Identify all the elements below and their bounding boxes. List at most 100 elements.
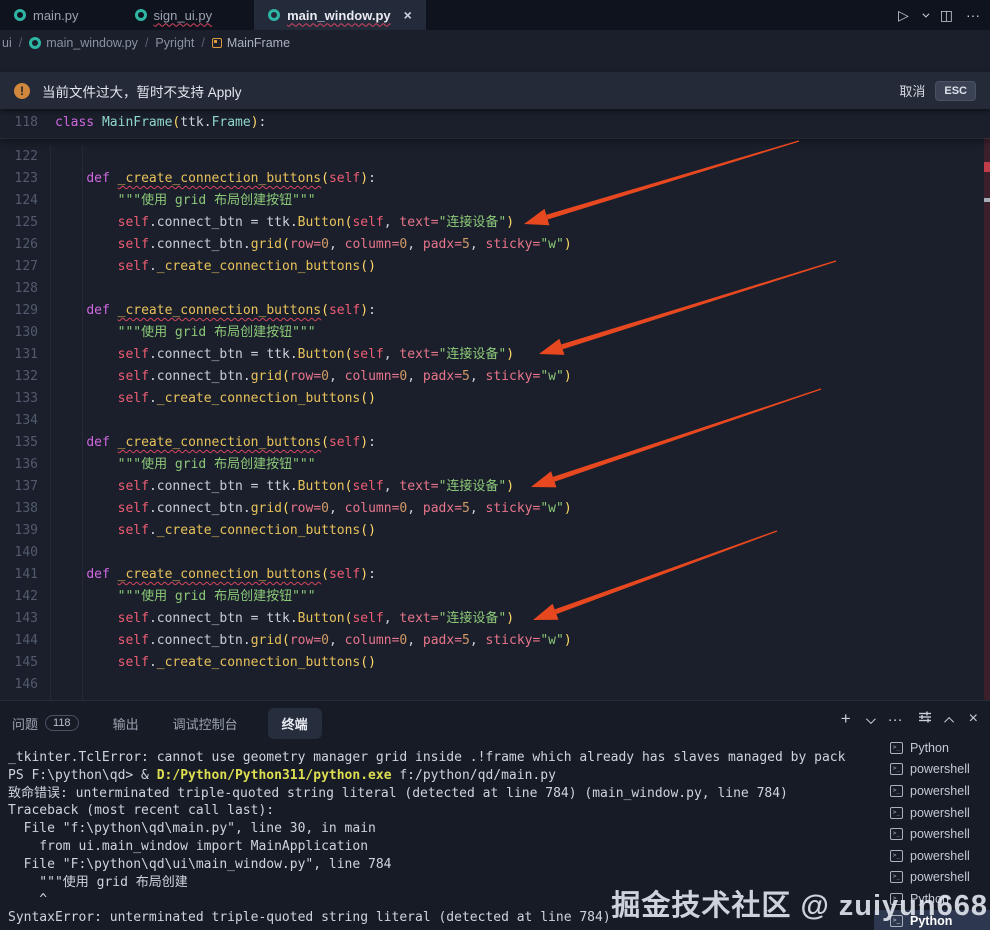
code-token: sticky: [486, 237, 533, 252]
tab-main-window-py[interactable]: main_window.py ×: [254, 0, 426, 30]
code-token: self: [118, 391, 149, 406]
line-number[interactable]: 138: [0, 498, 38, 520]
code-editor[interactable]: 122123 def _create_connection_buttons(se…: [0, 108, 990, 700]
line-number[interactable]: 146: [0, 674, 38, 696]
code-token: 0: [321, 237, 329, 252]
chevron-down-icon[interactable]: [866, 714, 876, 724]
code-line-text[interactable]: self._create_connection_buttons(): [38, 652, 376, 674]
tab-debug-console[interactable]: 调试控制台: [169, 708, 242, 739]
breadcrumb-item-ui[interactable]: ui: [2, 36, 12, 50]
code-token: self: [118, 369, 149, 384]
tab-output[interactable]: 输出: [109, 708, 143, 739]
line-number[interactable]: 118: [0, 108, 38, 138]
line-number[interactable]: 125: [0, 212, 38, 234]
code-line-text[interactable]: def _create_connection_buttons(self):: [38, 432, 376, 454]
line-number[interactable]: 132: [0, 366, 38, 388]
line-number[interactable]: 140: [0, 542, 38, 564]
code-line-text[interactable]: class MainFrame(ttk.Frame):: [38, 108, 266, 138]
code-token: [55, 193, 118, 208]
maximize-panel-icon[interactable]: [944, 716, 954, 726]
line-number[interactable]: 122: [0, 146, 38, 168]
line-number[interactable]: 143: [0, 608, 38, 630]
code-line-text[interactable]: self.connect_btn.grid(row=0, column=0, p…: [38, 366, 572, 388]
split-editor-button[interactable]: ◫: [940, 7, 953, 24]
line-number[interactable]: 127: [0, 256, 38, 278]
close-panel-icon[interactable]: ×: [969, 710, 978, 728]
terminal-session-item[interactable]: >_Python: [874, 737, 990, 759]
code-line-text[interactable]: self._create_connection_buttons(): [38, 520, 376, 542]
code-line-text[interactable]: self.connect_btn.grid(row=0, column=0, p…: [38, 630, 572, 652]
code-line-text[interactable]: """使用 grid 布局创建按钮""": [38, 454, 316, 476]
code-line-text[interactable]: def _create_connection_buttons(self):: [38, 564, 376, 586]
terminal-session-item[interactable]: >_powershell: [874, 759, 990, 781]
line-number[interactable]: 123: [0, 168, 38, 190]
code-token: (): [360, 655, 376, 670]
line-number[interactable]: 126: [0, 234, 38, 256]
code-token: =: [454, 633, 462, 648]
code-line-text[interactable]: def _create_connection_buttons(self):: [38, 300, 376, 322]
line-number[interactable]: 130: [0, 322, 38, 344]
close-icon[interactable]: ×: [404, 7, 412, 23]
line-number[interactable]: 141: [0, 564, 38, 586]
overview-ruler[interactable]: [984, 108, 990, 700]
code-token: .: [243, 237, 251, 252]
code-line-text[interactable]: """使用 grid 布局创建按钮""": [38, 586, 316, 608]
code-line-text[interactable]: self.connect_btn = ttk.Button(self, text…: [38, 344, 514, 366]
code-line-text[interactable]: self.connect_btn = ttk.Button(self, text…: [38, 212, 514, 234]
code-token: grid: [251, 501, 282, 516]
launch-profile-icon[interactable]: [918, 710, 932, 728]
more-actions-icon[interactable]: ···: [888, 711, 903, 728]
code-line-text[interactable]: [38, 542, 55, 564]
line-number[interactable]: 131: [0, 344, 38, 366]
tab-problems[interactable]: 问题 118: [8, 708, 83, 739]
line-number[interactable]: 144: [0, 630, 38, 652]
terminal-session-item[interactable]: >_powershell: [874, 802, 990, 824]
terminal-session-item[interactable]: >_powershell: [874, 780, 990, 802]
code-line-text[interactable]: [38, 674, 55, 696]
chevron-down-icon[interactable]: [922, 10, 929, 17]
breadcrumb-item-pyright[interactable]: Pyright: [155, 36, 194, 50]
new-terminal-icon[interactable]: +: [841, 709, 851, 729]
line-number[interactable]: 129: [0, 300, 38, 322]
code-line-text[interactable]: [38, 410, 55, 432]
code-token: padx: [423, 501, 454, 516]
line-number[interactable]: 139: [0, 520, 38, 542]
code-line-text[interactable]: """使用 grid 布局创建按钮""": [38, 190, 316, 212]
line-number[interactable]: 133: [0, 388, 38, 410]
code-line-text[interactable]: self._create_connection_buttons(): [38, 256, 376, 278]
code-token: ): [360, 303, 368, 318]
code-line-text[interactable]: self.connect_btn = ttk.Button(self, text…: [38, 476, 514, 498]
terminal-session-item[interactable]: >_powershell: [874, 823, 990, 845]
line-number[interactable]: 136: [0, 454, 38, 476]
code-line: 143 self.connect_btn = ttk.Button(self, …: [0, 608, 990, 630]
terminal-icon: >_: [890, 763, 903, 775]
code-line-text[interactable]: """使用 grid 布局创建按钮""": [38, 322, 316, 344]
code-line: 139 self._create_connection_buttons(): [0, 520, 990, 542]
run-button[interactable]: ▷: [898, 7, 909, 24]
code-line-text[interactable]: [38, 146, 55, 168]
code-line-text[interactable]: [38, 278, 55, 300]
code-line-text[interactable]: self.connect_btn = ttk.Button(self, text…: [38, 608, 514, 630]
code-line-text[interactable]: self._create_connection_buttons(): [38, 388, 376, 410]
more-actions-button[interactable]: ···: [966, 7, 980, 23]
code-line-text[interactable]: self.connect_btn.grid(row=0, column=0, p…: [38, 498, 572, 520]
line-number[interactable]: 145: [0, 652, 38, 674]
breadcrumb-item-file[interactable]: main_window.py: [29, 36, 138, 50]
terminal-session-item[interactable]: >_powershell: [874, 845, 990, 867]
code-token: padx: [423, 369, 454, 384]
tab-sign-ui-py[interactable]: sign_ui.py: [121, 0, 227, 30]
tab-terminal[interactable]: 终端: [268, 708, 322, 739]
sticky-scroll-line[interactable]: 118class MainFrame(ttk.Frame):: [0, 108, 990, 138]
line-number[interactable]: 135: [0, 432, 38, 454]
tab-main-py[interactable]: main.py: [0, 0, 93, 30]
line-number[interactable]: 134: [0, 410, 38, 432]
line-number[interactable]: 137: [0, 476, 38, 498]
code-line-text[interactable]: def _create_connection_buttons(self):: [38, 168, 376, 190]
breadcrumb-item-mainframe[interactable]: MainFrame: [212, 36, 290, 50]
code-token: Frame: [212, 115, 251, 130]
code-line-text[interactable]: self.connect_btn.grid(row=0, column=0, p…: [38, 234, 572, 256]
line-number[interactable]: 128: [0, 278, 38, 300]
line-number[interactable]: 124: [0, 190, 38, 212]
line-number[interactable]: 142: [0, 586, 38, 608]
cancel-button[interactable]: 取消: [899, 81, 925, 100]
